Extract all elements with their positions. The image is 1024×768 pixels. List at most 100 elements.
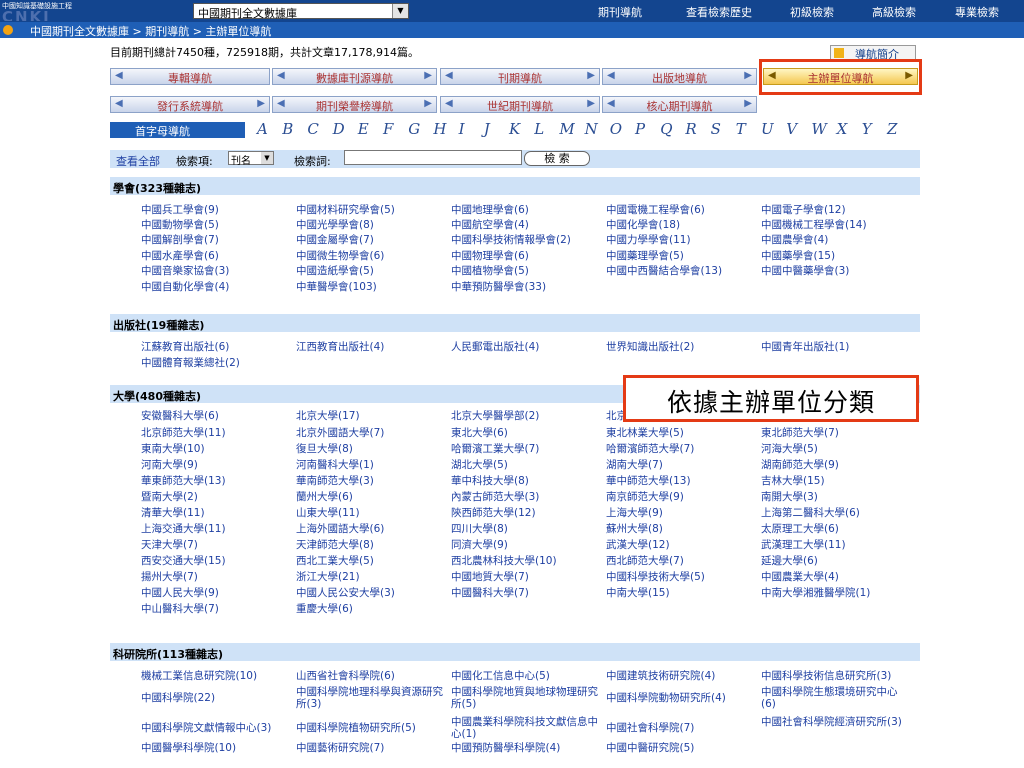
view-all-link[interactable]: 查看全部	[116, 153, 160, 169]
tab-db-source[interactable]: ◀ 數據庫刊源導航 ▶	[272, 68, 437, 85]
organization-link[interactable]: 東南大學(10)	[141, 443, 289, 455]
letter-w[interactable]: W	[811, 120, 826, 138]
organization-link[interactable]: 中國科學技術大學(5)	[606, 571, 754, 583]
letter-y[interactable]: Y	[862, 120, 872, 138]
organization-link[interactable]: 中國兵工學會(9)	[141, 204, 289, 216]
organization-link[interactable]: 中國金屬學會(7)	[296, 234, 444, 246]
organization-link[interactable]: 江西教育出版社(4)	[296, 341, 444, 353]
organization-link[interactable]: 中國植物學會(5)	[451, 265, 599, 277]
organization-link[interactable]: 安徽醫科大學(6)	[141, 410, 289, 422]
letter-r[interactable]: R	[685, 120, 696, 138]
organization-link[interactable]: 華南師范大學(3)	[296, 475, 444, 487]
letter-e[interactable]: E	[358, 120, 369, 138]
letter-b[interactable]: B	[282, 120, 293, 138]
letter-p[interactable]: P	[635, 120, 645, 138]
organization-link[interactable]: 江蘇教育出版社(6)	[141, 341, 289, 353]
tab-honor[interactable]: ◀ 期刊榮譽榜導航 ▶	[272, 96, 437, 113]
organization-link[interactable]: 南開大學(3)	[761, 491, 909, 503]
letter-j[interactable]: J	[484, 120, 490, 138]
organization-link[interactable]: 中國解剖學會(7)	[141, 234, 289, 246]
organization-link[interactable]: 中國科學院地質與地球物理研究所(5)	[451, 686, 599, 710]
tab-issue[interactable]: ◀ 刊期導航 ▶	[440, 68, 600, 85]
organization-link[interactable]: 華東師范大學(13)	[141, 475, 289, 487]
organization-link[interactable]: 河南醫科大學(1)	[296, 459, 444, 471]
organization-link[interactable]: 西安交通大學(15)	[141, 555, 289, 567]
nav-basic-search[interactable]: 初級檢索	[790, 4, 834, 20]
organization-link[interactable]: 北京外國語大學(7)	[296, 427, 444, 439]
organization-link[interactable]: 中國水產學會(6)	[141, 250, 289, 262]
organization-link[interactable]: 機械工業信息研究院(10)	[141, 670, 289, 682]
organization-link[interactable]: 中國農學會(4)	[761, 234, 909, 246]
organization-link[interactable]: 世界知識出版社(2)	[606, 341, 754, 353]
organization-link[interactable]: 中國音樂家協會(3)	[141, 265, 289, 277]
organization-link[interactable]: 中國地質大學(7)	[451, 571, 599, 583]
letter-u[interactable]: U	[761, 120, 774, 138]
organization-link[interactable]: 四川大學(8)	[451, 523, 599, 535]
organization-link[interactable]: 中國青年出版社(1)	[761, 341, 909, 353]
organization-link[interactable]: 中華預防醫學會(33)	[451, 281, 599, 293]
organization-link[interactable]: 上海大學(9)	[606, 507, 754, 519]
letter-k[interactable]: K	[509, 120, 520, 138]
organization-link[interactable]: 東北大學(6)	[451, 427, 599, 439]
organization-link[interactable]: 蘇州大學(8)	[606, 523, 754, 535]
organization-link[interactable]: 吉林大學(15)	[761, 475, 909, 487]
tab-distribution[interactable]: ◀ 發行系統導航 ▶	[110, 96, 270, 113]
organization-link[interactable]: 湖南大學(7)	[606, 459, 754, 471]
organization-link[interactable]: 湖北大學(5)	[451, 459, 599, 471]
organization-link[interactable]: 人民郵電出版社(4)	[451, 341, 599, 353]
letter-n[interactable]: N	[585, 120, 598, 138]
organization-link[interactable]: 中國人民公安大學(3)	[296, 587, 444, 599]
letter-q[interactable]: Q	[660, 120, 672, 138]
tab-subject[interactable]: ◀ 專輯導航	[110, 68, 270, 85]
organization-link[interactable]: 中國電子學會(12)	[761, 204, 909, 216]
database-select[interactable]: 中國期刊全文數據庫 ▼	[193, 3, 409, 20]
tab-century[interactable]: ◀ 世紀期刊導航 ▶	[440, 96, 600, 113]
organization-link[interactable]: 北京大學醫學部(2)	[451, 410, 599, 422]
organization-link[interactable]: 中國科學院地理科學與資源研究所(3)	[296, 686, 444, 710]
organization-link[interactable]: 中國科學院(22)	[141, 692, 289, 704]
organization-link[interactable]: 中國力學學會(11)	[606, 234, 754, 246]
nav-search-history[interactable]: 查看檢索歷史	[686, 4, 752, 20]
nav-professional-search[interactable]: 專業檢索	[955, 4, 999, 20]
organization-link[interactable]: 中國自動化學會(4)	[141, 281, 289, 293]
organization-link[interactable]: 中國科學院動物研究所(4)	[606, 692, 754, 704]
tab-publish-place[interactable]: ◀ 出版地導航 ▶	[602, 68, 757, 85]
organization-link[interactable]: 陝西師范大學(12)	[451, 507, 599, 519]
organization-link[interactable]: 中國動物學會(5)	[141, 219, 289, 231]
organization-link[interactable]: 中國社會科學院經濟研究所(3)	[761, 716, 909, 728]
organization-link[interactable]: 內蒙古師范大學(3)	[451, 491, 599, 503]
tab-core[interactable]: ◀ 核心期刊導航 ▶	[602, 96, 757, 113]
organization-link[interactable]: 中國社會科學院(7)	[606, 722, 754, 734]
organization-link[interactable]: 中國科學院文獻情報中心(3)	[141, 722, 289, 734]
organization-link[interactable]: 天津師范大學(8)	[296, 539, 444, 551]
organization-link[interactable]: 中南大學(15)	[606, 587, 754, 599]
letter-g[interactable]: G	[408, 120, 420, 138]
organization-link[interactable]: 中國醫學科學院(10)	[141, 742, 289, 754]
chevron-down-icon[interactable]: ▼	[392, 4, 408, 18]
organization-link[interactable]: 中國地理學會(6)	[451, 204, 599, 216]
organization-link[interactable]: 中山醫科大學(7)	[141, 603, 289, 615]
search-button[interactable]: 檢 索	[524, 151, 590, 166]
organization-link[interactable]: 北京師范大學(11)	[141, 427, 289, 439]
organization-link[interactable]: 延邊大學(6)	[761, 555, 909, 567]
organization-link[interactable]: 哈爾濱師范大學(7)	[606, 443, 754, 455]
search-field-select[interactable]: 刊名 ▼	[228, 151, 274, 167]
organization-link[interactable]: 中華醫學會(103)	[296, 281, 444, 293]
organization-link[interactable]: 武漢大學(12)	[606, 539, 754, 551]
organization-link[interactable]: 重慶大學(6)	[296, 603, 444, 615]
organization-link[interactable]: 中南大學湘雅醫學院(1)	[761, 587, 909, 599]
organization-link[interactable]: 中國材料研究學會(5)	[296, 204, 444, 216]
organization-link[interactable]: 西北工業大學(5)	[296, 555, 444, 567]
organization-link[interactable]: 西北農林科技大學(10)	[451, 555, 599, 567]
organization-link[interactable]: 中國醫科大學(7)	[451, 587, 599, 599]
organization-link[interactable]: 中國化學會(18)	[606, 219, 754, 231]
organization-link[interactable]: 中國科學院植物研究所(5)	[296, 722, 444, 734]
organization-link[interactable]: 同濟大學(9)	[451, 539, 599, 551]
organization-link[interactable]: 華中科技大學(8)	[451, 475, 599, 487]
organization-link[interactable]: 中國航空學會(4)	[451, 219, 599, 231]
letter-t[interactable]: T	[736, 120, 746, 138]
organization-link[interactable]: 南京師范大學(9)	[606, 491, 754, 503]
organization-link[interactable]: 中國科學技術情報學會(2)	[451, 234, 599, 246]
organization-link[interactable]: 中國人民大學(9)	[141, 587, 289, 599]
organization-link[interactable]: 河海大學(5)	[761, 443, 909, 455]
